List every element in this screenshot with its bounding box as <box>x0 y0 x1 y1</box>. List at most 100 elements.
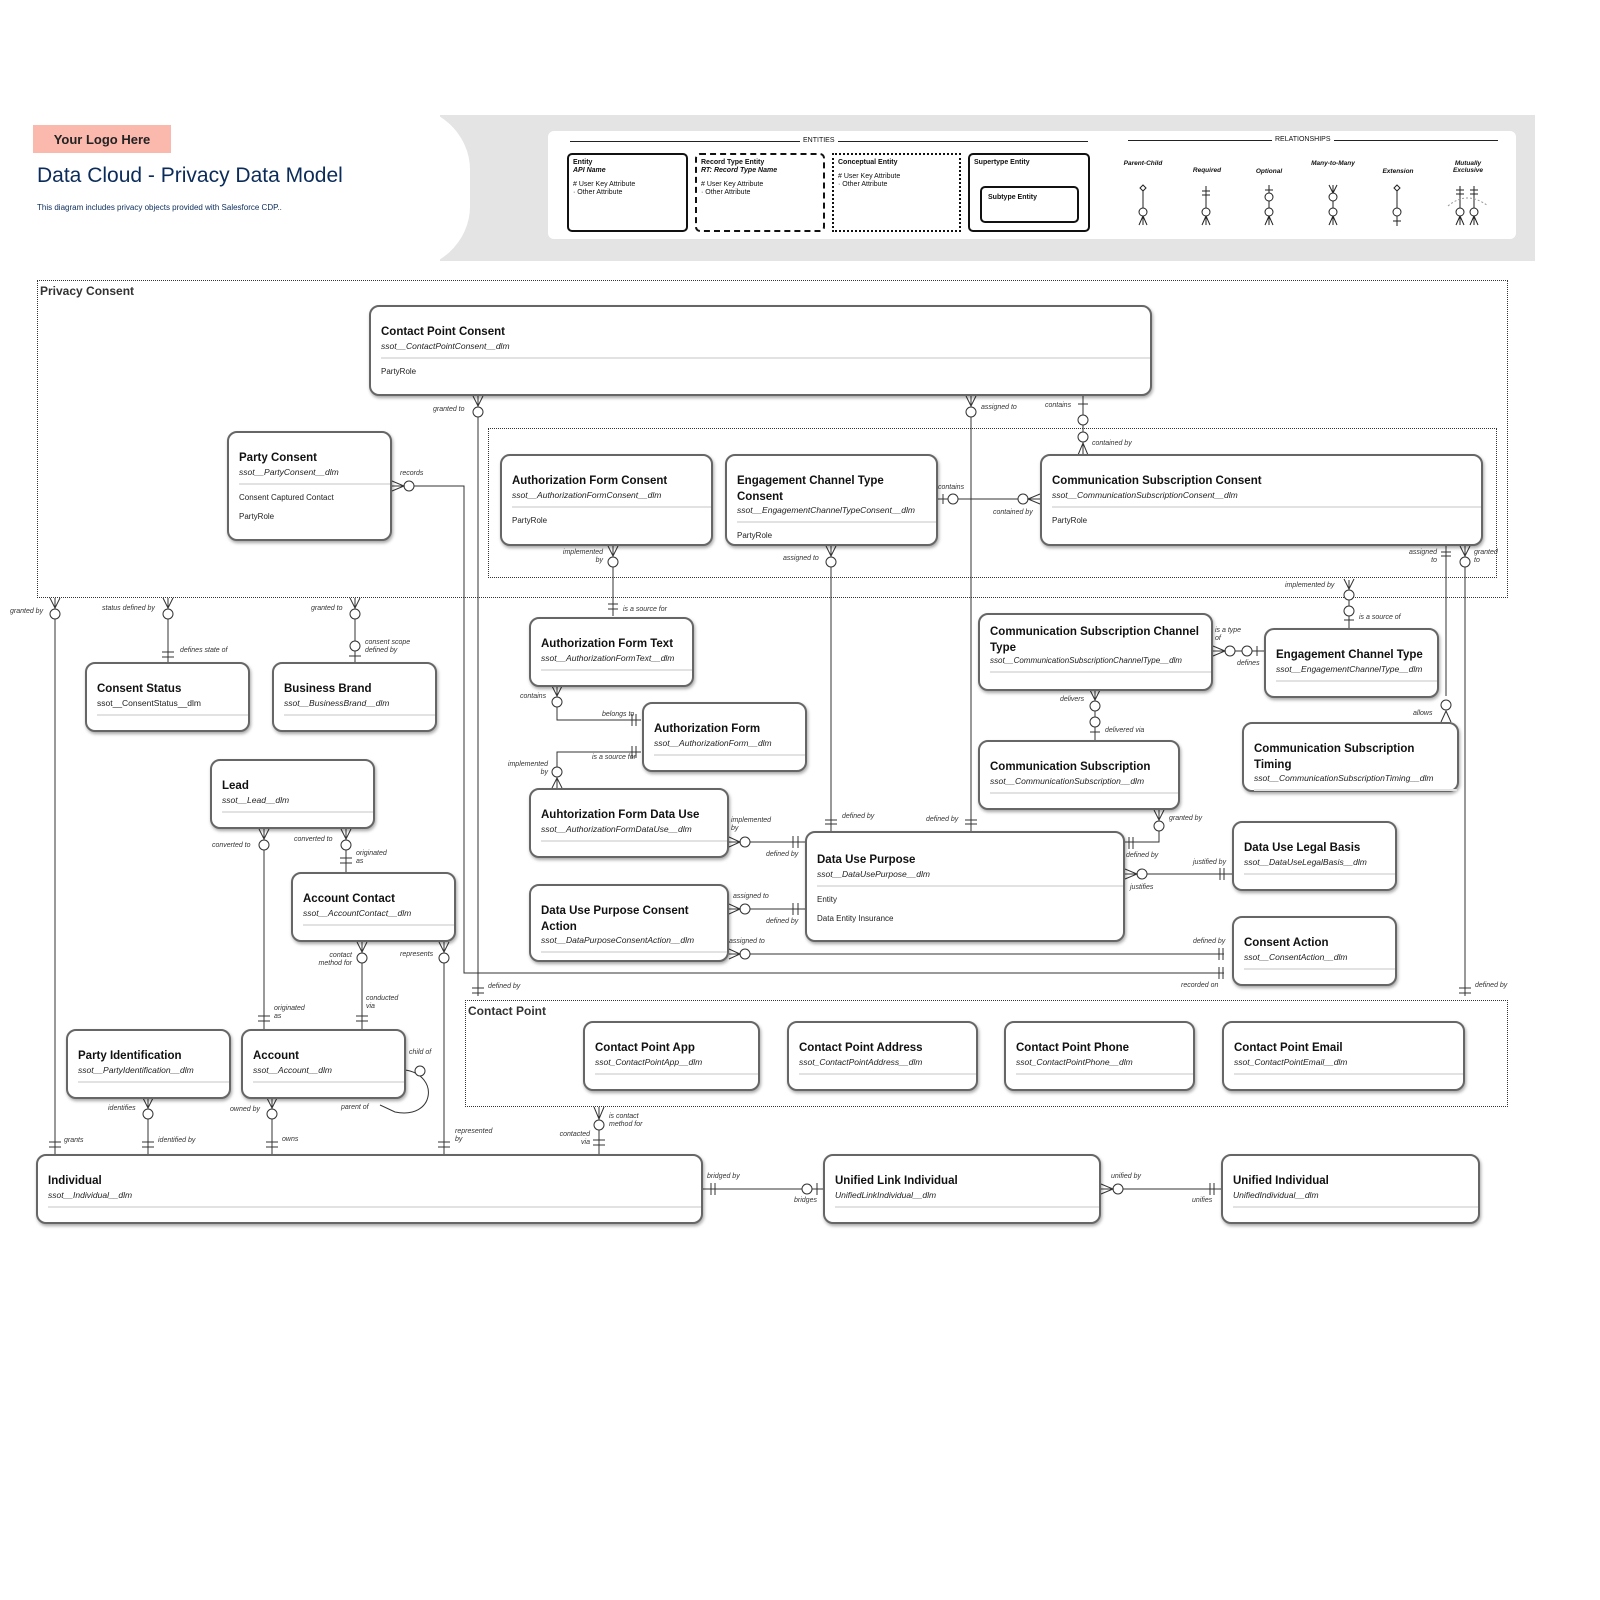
entity-divider <box>222 810 373 813</box>
entity-attribute: PartyRole <box>512 515 548 525</box>
entity-api-name: ssot__CommunicationSubscriptionChannelTy… <box>990 656 1182 666</box>
entity-data-use-purpose[interactable]: Data Use Purpose ssot__DataUsePurpose__d… <box>805 831 1125 942</box>
legend-entity-supertype: Supertype Entity Subtype Entity <box>968 153 1090 232</box>
legend-entity-title: Supertype Entity <box>974 159 1030 166</box>
entity-party-consent[interactable]: Party Consent ssot__PartyConsent__dlm Co… <box>227 431 392 541</box>
entity-api-name: ssot__BusinessBrand__dlm <box>284 697 390 708</box>
entity-communication-subscription-consent[interactable]: Communication Subscription Consent ssot_… <box>1040 454 1483 546</box>
relationship-label: is contact method for <box>609 1113 643 1129</box>
legend-entity-attr: · Other Attribute <box>573 189 623 197</box>
entity-contact-point-phone[interactable]: Contact Point Phone ssot_ContactPointPho… <box>1004 1021 1195 1091</box>
entity-divider <box>737 521 936 524</box>
entity-contact-point-email[interactable]: Contact Point Email ssot_ContactPointEma… <box>1222 1021 1465 1091</box>
entity-attribute: Entity <box>817 894 838 904</box>
entity-account-contact[interactable]: Account Contact ssot__AccountContact__dl… <box>291 872 456 942</box>
entity-api-name: ssot__EngagementChannelType__dlm <box>1276 663 1423 674</box>
entity-consent-action[interactable]: Consent Action ssot__ConsentAction__dlm <box>1232 916 1397 986</box>
entity-name: Account <box>253 1050 299 1062</box>
relationship-label: contained by <box>1092 440 1132 447</box>
relationship-label: consent scope defined by <box>365 639 411 655</box>
entity-engagement-channel-type-consent[interactable]: Engagement Channel Type Consent ssot__En… <box>725 454 938 546</box>
entity-divider <box>1276 679 1437 682</box>
entity-data-use-legal-basis[interactable]: Data Use Legal Basis ssot__DataUseLegalB… <box>1232 821 1397 891</box>
entity-api-name: ssot__PartyIdentification__dlm <box>78 1064 194 1075</box>
entity-communication-subscription-timing[interactable]: Communication Subscription Timing ssot__… <box>1242 722 1459 792</box>
relationship-label: bridges <box>794 1197 817 1204</box>
entity-api-name: ssot__CommunicationSubscription__dlm <box>990 775 1145 786</box>
relationship-label: defined by <box>926 816 959 823</box>
relationship-label: converted to <box>294 836 333 843</box>
entity-name: Contact Point Address <box>799 1042 923 1054</box>
entity-business-brand[interactable]: Business Brand ssot__BusinessBrand__dlm <box>272 662 437 732</box>
entity-api-name: ssot__Individual__dlm <box>48 1189 133 1200</box>
legend-rel-label: Required <box>1192 167 1222 174</box>
entity-name: Authorization Form <box>654 723 761 735</box>
legend-entity-attr: · Other Attribute <box>838 181 888 189</box>
entity-divider <box>48 1205 701 1208</box>
entity-authorization-form[interactable]: Authorization Form ssot__AuthorizationFo… <box>642 702 807 772</box>
relationship-label: unified by <box>1111 1173 1141 1180</box>
entity-name: Data Use Legal Basis <box>1244 842 1361 854</box>
relationship-label: granted by <box>1169 815 1203 822</box>
entity-authorization-form-text[interactable]: Authorization Form Text ssot__Authorizat… <box>529 617 694 687</box>
relationship-label: defined by <box>488 983 521 990</box>
entity-name: Communication Subscription Channel Type <box>990 626 1199 654</box>
entity-account[interactable]: Account ssot__Account__dlm <box>241 1029 406 1099</box>
entity-attribute: Data Entity Insurance <box>817 913 894 923</box>
entity-name: Contact Point App <box>595 1042 695 1054</box>
entity-divider <box>817 884 1123 887</box>
entity-divider <box>78 1080 229 1083</box>
legend-entity-subtype: Subtype Entity <box>980 186 1079 223</box>
relationship-label: contains <box>938 484 965 491</box>
entity-data-use-purpose-consent-action[interactable]: Data Use Purpose Consent Action ssot__Da… <box>529 884 729 962</box>
entity-individual[interactable]: Individual ssot__Individual__dlm <box>36 1154 703 1224</box>
legend-entity-attr: # User Key Attribute <box>838 173 901 181</box>
entity-divider <box>541 668 692 671</box>
entity-authorization-form-consent[interactable]: Authorization Form Consent ssot__Authori… <box>500 454 713 546</box>
entity-api-name: ssot__AuthorizationFormDataUse__dlm <box>541 823 692 834</box>
entity-name: Contact Point Consent <box>381 326 505 338</box>
relationship-label: bridged by <box>707 1173 740 1180</box>
entity-lead[interactable]: Lead ssot__Lead__dlm <box>210 759 375 829</box>
entity-divider <box>654 753 805 756</box>
entity-consent-status[interactable]: Consent Status ssot__ConsentStatus__dlm <box>85 662 250 732</box>
relationship-label: implemented by <box>507 761 548 777</box>
entity-authorization-form-data-use[interactable]: Auhtorization Form Data Use ssot__Author… <box>529 788 729 858</box>
entity-divider <box>381 356 1150 359</box>
entity-api-name: ssot__AuthorizationForm__dlm <box>654 737 772 748</box>
entity-party-identification[interactable]: Party Identification ssot__PartyIdentifi… <box>66 1029 231 1099</box>
relationship-label: identifies <box>108 1105 136 1112</box>
relationship-label: delivers <box>1060 696 1085 703</box>
relationship-label: defined by <box>842 813 875 820</box>
entity-name: Party Consent <box>239 452 317 464</box>
entity-divider <box>253 1080 404 1083</box>
relationship-label: unifies <box>1192 1197 1213 1204</box>
entity-api-name: ssot__DataUseLegalBasis__dlm <box>1244 856 1367 867</box>
entity-name: Contact Point Phone <box>1016 1042 1130 1054</box>
entity-name: Account Contact <box>303 893 395 905</box>
entity-communication-subscription[interactable]: Communication Subscription ssot__Communi… <box>978 740 1180 810</box>
legend-entity-conceptual: Conceptual Entity # User Key Attribute ·… <box>832 153 961 232</box>
relationship-label: defined by <box>1475 982 1508 989</box>
entity-name: Contact Point Email <box>1234 1042 1343 1054</box>
entity-api-name: ssot_ContactPointAddress__dlm <box>799 1056 923 1067</box>
relationship-label: assigned to <box>783 555 819 562</box>
entity-divider <box>284 713 435 716</box>
entity-contact-point-consent[interactable]: Contact Point Consent ssot__ContactPoint… <box>369 305 1152 396</box>
entity-unified-link-individual[interactable]: Unified Link Individual UnifiedLinkIndiv… <box>823 1154 1101 1224</box>
entity-communication-subscription-channel-type[interactable]: Communication Subscription Channel Type … <box>978 613 1213 691</box>
relationship-label: assigned to <box>729 938 765 945</box>
logo-placeholder: Your Logo Here <box>33 125 171 153</box>
entity-unified-individual[interactable]: Unified Individual UnifiedIndividual__dl… <box>1221 1154 1480 1224</box>
entity-name: Engagement Channel Type Consent <box>737 475 884 503</box>
legend-rel-label: Parent-Child <box>1123 160 1163 167</box>
entity-contact-point-address[interactable]: Contact Point Address ssot_ContactPointA… <box>787 1021 978 1091</box>
relationship-label: contains <box>1045 402 1072 409</box>
relationship-label: originated as <box>274 1005 305 1021</box>
entity-contact-point-app[interactable]: Contact Point App ssot_ContactPointApp__… <box>583 1021 760 1091</box>
page-title: Data Cloud - Privacy Data Model <box>37 164 343 187</box>
entity-api-name: ssot__CommunicationSubscriptionConsent__… <box>1052 489 1238 500</box>
relationship-label: represents <box>400 951 434 958</box>
entity-engagement-channel-type[interactable]: Engagement Channel Type ssot__Engagement… <box>1264 628 1439 698</box>
entity-api-name: ssot__DataPurposeConsentAction__dlm <box>541 935 695 946</box>
